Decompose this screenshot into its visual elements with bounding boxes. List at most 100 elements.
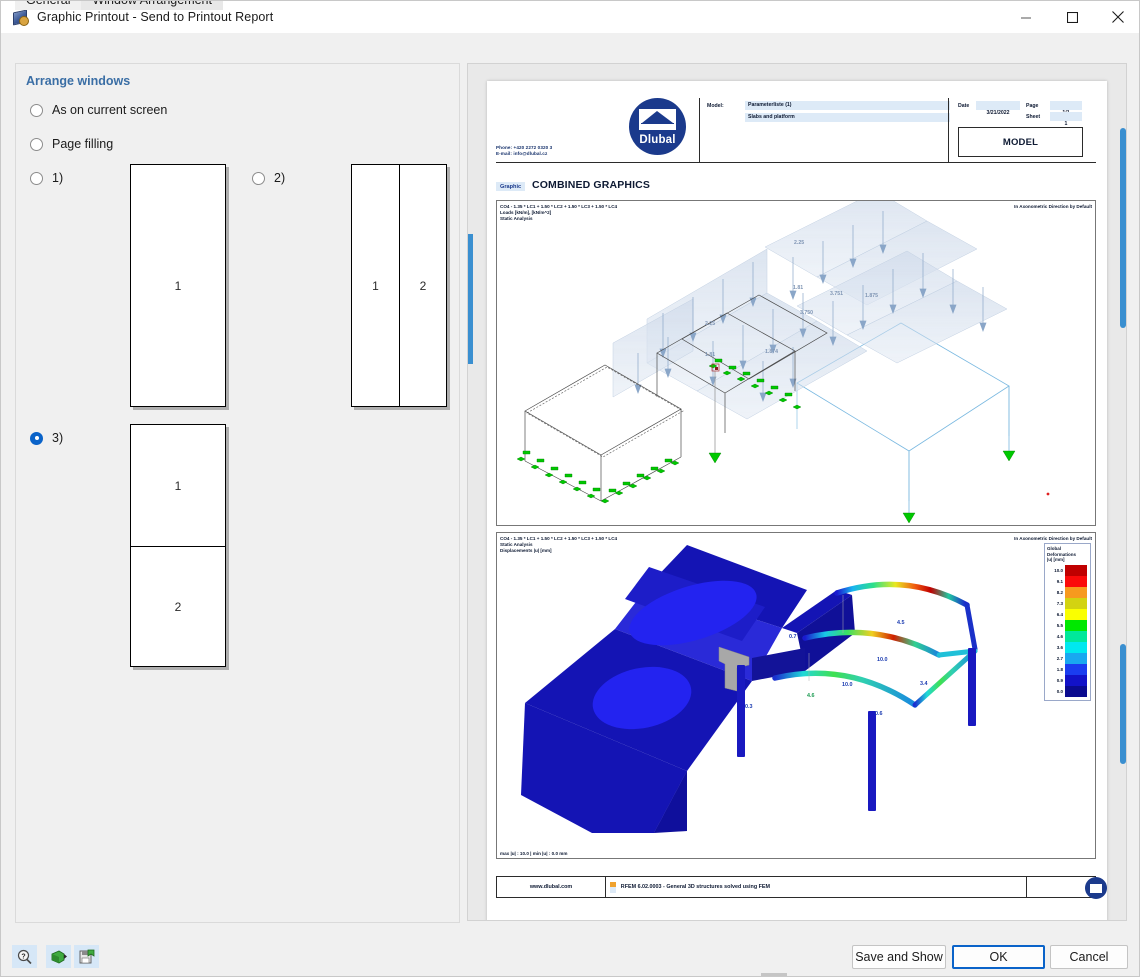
print-preview-panel[interactable]: Phone: +420 2272 0320 3 E-mail: info@dlu…	[467, 63, 1127, 921]
legend-rows: 10.0 9.1 8.2 7.3 6.4 5.5 4.6 3.6 2.7 1.8 0.9 0.0	[1047, 564, 1088, 697]
model-name-field[interactable]: Parameterliste (1)	[745, 101, 950, 110]
save-and-show-button[interactable]: Save and Show	[852, 945, 946, 969]
radio-layout-2[interactable]	[252, 171, 265, 185]
minimize-button[interactable]	[1003, 1, 1049, 33]
legend-entry: 6.4	[1047, 608, 1088, 620]
graphic-frame-1[interactable]: CO4 - 1.35 * LC1 + 1.50 * LC2 + 1.50 * L…	[496, 200, 1096, 526]
window-controls	[1003, 1, 1139, 33]
legend-swatch	[1065, 619, 1087, 631]
preview-scrollbar-thumb[interactable]	[1120, 128, 1126, 328]
date-field[interactable]: 3/21/2022	[976, 101, 1020, 116]
footer-divider-2	[1026, 877, 1027, 897]
legend-entry: 1.8	[1047, 663, 1088, 675]
svg-text:2.25: 2.25	[794, 240, 804, 246]
svg-text:3.4: 3.4	[920, 681, 928, 687]
option-page-filling[interactable]: Page filling	[30, 137, 113, 151]
option-layout-3[interactable]: 3)	[30, 431, 63, 445]
legend-swatch	[1065, 608, 1087, 620]
option-as-on-current-screen[interactable]: As on current screen	[30, 103, 167, 117]
option-label: Page filling	[52, 137, 114, 151]
svg-text:4.5: 4.5	[897, 620, 905, 626]
legend-value: 3.6	[1056, 644, 1063, 650]
logo-mark-icon	[639, 109, 676, 130]
page-field[interactable]: 1/1	[1050, 101, 1082, 116]
legend-swatch	[1065, 663, 1087, 675]
legend-value: 1.8	[1056, 666, 1063, 672]
radio-page-filling[interactable]	[30, 137, 43, 151]
legend-value: 7.3	[1056, 600, 1063, 606]
svg-text:3.750: 3.750	[800, 310, 813, 316]
radio-layout-3[interactable]	[30, 431, 43, 445]
legend-swatch	[1065, 564, 1087, 576]
company-contact: Phone: +420 2272 0320 3 E-mail: info@dlu…	[496, 145, 552, 157]
maximize-button[interactable]	[1049, 1, 1095, 33]
svg-text:10.0: 10.0	[842, 682, 853, 688]
graphic-2-footer-note: max |u| : 10.0 | min |u| : 0.0 mm	[500, 851, 568, 856]
layout-preview-1[interactable]: 1	[130, 164, 226, 407]
model-desc-field[interactable]: Slabs and platform	[745, 113, 950, 122]
radio-as-on-current-screen[interactable]	[30, 103, 43, 117]
company-email: E-mail: info@dlubal.cz	[496, 151, 548, 157]
legend-value: 4.6	[1056, 633, 1063, 639]
layout-preview-3[interactable]: 1 2	[130, 424, 226, 667]
layout-cell: 1	[174, 478, 182, 493]
legend-title-line3: |u| [mm]	[1047, 557, 1065, 563]
legend-entry: 10.0	[1047, 564, 1088, 576]
layout-cell: 1	[372, 278, 379, 293]
legend-entry: 3.6	[1047, 641, 1088, 653]
option-label: As on current screen	[52, 103, 168, 117]
legend-value: 10.0	[1054, 567, 1063, 573]
preview-scrollbar-thumb-2[interactable]	[1120, 644, 1126, 764]
legend-value: 5.5	[1056, 622, 1063, 628]
tab-general[interactable]: General	[15, 1, 82, 10]
svg-text:0.3: 0.3	[745, 704, 753, 710]
horizontal-scrollbar[interactable]	[1, 973, 1139, 976]
structure-loads-3d-view: 2.25 1.81 3.751 1.875 3.750 2.25 1.81 1.…	[516, 201, 1050, 524]
ok-button[interactable]: OK	[952, 945, 1045, 969]
svg-text:0.7: 0.7	[789, 634, 797, 640]
legend-entry: 0.9	[1047, 674, 1088, 686]
svg-text:10.0: 10.0	[877, 657, 888, 663]
tab-window-arrangement[interactable]: Window Arrangement	[81, 1, 223, 10]
close-button[interactable]	[1095, 1, 1139, 33]
svg-text:0.6: 0.6	[875, 711, 883, 717]
legend-value: 2.7	[1056, 655, 1063, 661]
option-layout-1[interactable]: 1)	[30, 171, 63, 185]
window-title: Graphic Printout - Send to Printout Repo…	[37, 10, 274, 24]
layout-cell: 2	[174, 599, 182, 614]
sheet-field[interactable]: 1	[1050, 112, 1082, 127]
preview-scroll-indicator-left[interactable]	[468, 234, 473, 364]
header-separator	[699, 98, 700, 162]
section-title: COMBINED GRAPHICS	[532, 179, 651, 191]
layout-preview-2[interactable]: 1 2	[351, 164, 447, 407]
layout-cell: 1	[174, 278, 182, 293]
help-magnifier-icon[interactable]: ?	[12, 945, 37, 968]
svg-text:1.875: 1.875	[865, 293, 878, 299]
graphic-tag: Graphic	[496, 182, 526, 191]
footer-website[interactable]: www.dlubal.com	[497, 884, 605, 890]
radio-layout-1[interactable]	[30, 171, 43, 185]
graphic-frame-2[interactable]: CO4 - 1.35 * LC1 + 1.50 * LC2 + 1.50 * L…	[496, 532, 1096, 859]
option-layout-2[interactable]: 2)	[252, 171, 285, 185]
document-footer: www.dlubal.com RFEM 6.02.0003 - General …	[496, 876, 1107, 899]
legend-swatch	[1065, 586, 1087, 598]
apply-green-icon[interactable]	[46, 945, 71, 968]
cancel-button[interactable]: Cancel	[1050, 945, 1128, 969]
legend-title: Global Deformations |u| [mm]	[1047, 546, 1088, 563]
legend-swatch	[1065, 597, 1087, 609]
dlubal-badge-icon	[1085, 877, 1107, 899]
legend-value: 6.4	[1056, 611, 1063, 617]
legend-value: 8.2	[1056, 589, 1063, 595]
legend-entry: 5.5	[1047, 619, 1088, 631]
legend-entry: 0.0	[1047, 685, 1088, 697]
svg-text:2.25: 2.25	[705, 321, 715, 327]
legend-swatch	[1065, 674, 1087, 686]
svg-text:1.81: 1.81	[793, 285, 803, 291]
deformation-3d-view: 0.7 0.3 4.5 10.0 10.0 4.6 3.4 0.6	[521, 545, 978, 833]
save-settings-icon[interactable]	[74, 945, 99, 968]
document-header: Phone: +420 2272 0320 3 E-mail: info@dlu…	[496, 98, 1096, 163]
legend-entry: 9.1	[1047, 575, 1088, 587]
legend-entry: 8.2	[1047, 586, 1088, 598]
model-label: Model:	[707, 103, 724, 109]
page-label: Page	[1026, 103, 1039, 109]
